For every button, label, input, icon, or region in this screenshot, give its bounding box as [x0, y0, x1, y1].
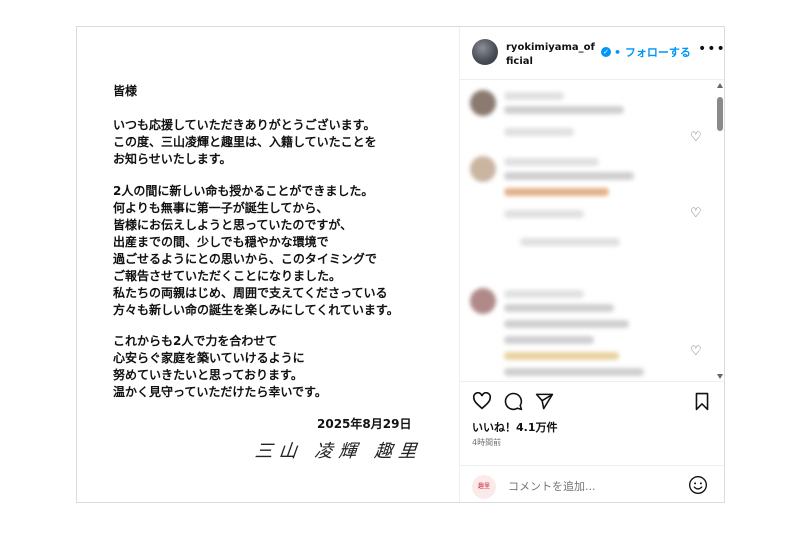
post-actions: いいね！4.1万件 4時間前 趣里 — [460, 381, 724, 503]
like-comment-heart-icon[interactable]: ♡ — [690, 344, 702, 359]
comment-composer: 趣里 — [460, 465, 724, 504]
letter-line: 温かく見守っていただけたら幸いです。 — [113, 385, 327, 399]
blurred-text — [520, 238, 620, 246]
avatar[interactable] — [472, 39, 498, 65]
letter-line: 2人の間に新しい命も授かることができました。 — [113, 184, 374, 198]
post-sidebar: ryokimiyama_official ✓ • フォローする ••• ♡ ♡ — [460, 27, 726, 503]
blurred-text — [504, 336, 594, 344]
letter-line: この度、三山凌輝と趣里は、入籍していたことを — [113, 135, 377, 149]
letter-line: 皆様にお伝えしようと思っていたのですが、 — [113, 218, 353, 232]
blurred-text — [504, 368, 644, 376]
blurred-text — [504, 352, 619, 360]
scrollbar[interactable] — [717, 83, 723, 379]
scroll-up-icon[interactable] — [717, 83, 723, 88]
comment-input[interactable] — [506, 474, 680, 498]
letter-line: 出産までの間、少しでも穏やかな環境で — [113, 235, 329, 249]
blurred-text — [504, 172, 634, 180]
username[interactable]: ryokimiyama_official — [506, 41, 596, 69]
blurred-text — [504, 128, 574, 136]
blurred-text — [504, 158, 599, 166]
letter-line: いつも応援していただきありがとうございます。 — [113, 118, 376, 132]
letter-line: これからも2人で力を合わせて — [113, 334, 278, 348]
verified-badge-icon: ✓ — [601, 47, 611, 57]
like-comment-heart-icon[interactable]: ♡ — [690, 130, 702, 145]
letter-line: 方々も新しい命の誕生を楽しみにしてくれています。 — [113, 303, 399, 317]
post-timestamp: 4時間前 — [472, 438, 502, 447]
share-icon[interactable] — [535, 392, 554, 411]
letter-line: お知らせいたします。 — [113, 152, 232, 166]
like-comment-heart-icon[interactable]: ♡ — [690, 206, 702, 221]
blurred-text — [504, 210, 584, 218]
letter-line: ご報告させていただくことになりました。 — [113, 269, 342, 283]
bookmark-icon[interactable] — [694, 392, 710, 411]
more-options-icon[interactable]: ••• — [698, 41, 726, 57]
avatar[interactable] — [470, 288, 496, 314]
letter-line: 努めていきたいと思っております。 — [113, 368, 303, 382]
post-frame: 皆様 いつも応援していただきありがとうございます。 この度、三山凌輝と趣里は、入… — [76, 26, 725, 503]
letter-line: 皆様 — [113, 84, 138, 98]
blurred-text — [504, 188, 609, 196]
post-header: ryokimiyama_official ✓ • フォローする ••• — [460, 27, 726, 80]
heart-icon[interactable] — [472, 392, 492, 410]
emoji-icon[interactable] — [688, 475, 708, 495]
scroll-down-icon[interactable] — [717, 374, 723, 379]
letter-date: 2025年8月29日 — [317, 417, 412, 431]
blurred-text — [504, 304, 614, 312]
letter-line: 過ごせるようにとの思いから、このタイミングで — [113, 252, 377, 266]
blurred-text — [504, 320, 629, 328]
blurred-text — [504, 290, 584, 298]
comments-list: ♡ ♡ ♡ — [460, 80, 724, 380]
likes-count[interactable]: いいね！4.1万件 — [472, 419, 558, 435]
avatar: 趣里 — [472, 475, 496, 499]
comment-icon[interactable] — [504, 392, 523, 411]
avatar[interactable] — [470, 156, 496, 182]
handwritten-signature: 三山 凌輝 趣里 — [253, 441, 424, 462]
follow-button[interactable]: • フォローする — [614, 44, 691, 60]
scroll-thumb[interactable] — [717, 97, 723, 131]
blurred-text — [504, 92, 564, 100]
letter-image: 皆様 いつも応援していただきありがとうございます。 この度、三山凌輝と趣里は、入… — [77, 27, 460, 502]
blurred-text — [504, 106, 624, 114]
avatar[interactable] — [470, 90, 496, 116]
letter-line: 私たちの両親はじめ、周囲で支えてくださっている — [113, 286, 388, 300]
letter-line: 心安らぐ家庭を築いていけるように — [113, 351, 305, 365]
letter-line: 何よりも無事に第一子が誕生してから、 — [113, 201, 329, 215]
